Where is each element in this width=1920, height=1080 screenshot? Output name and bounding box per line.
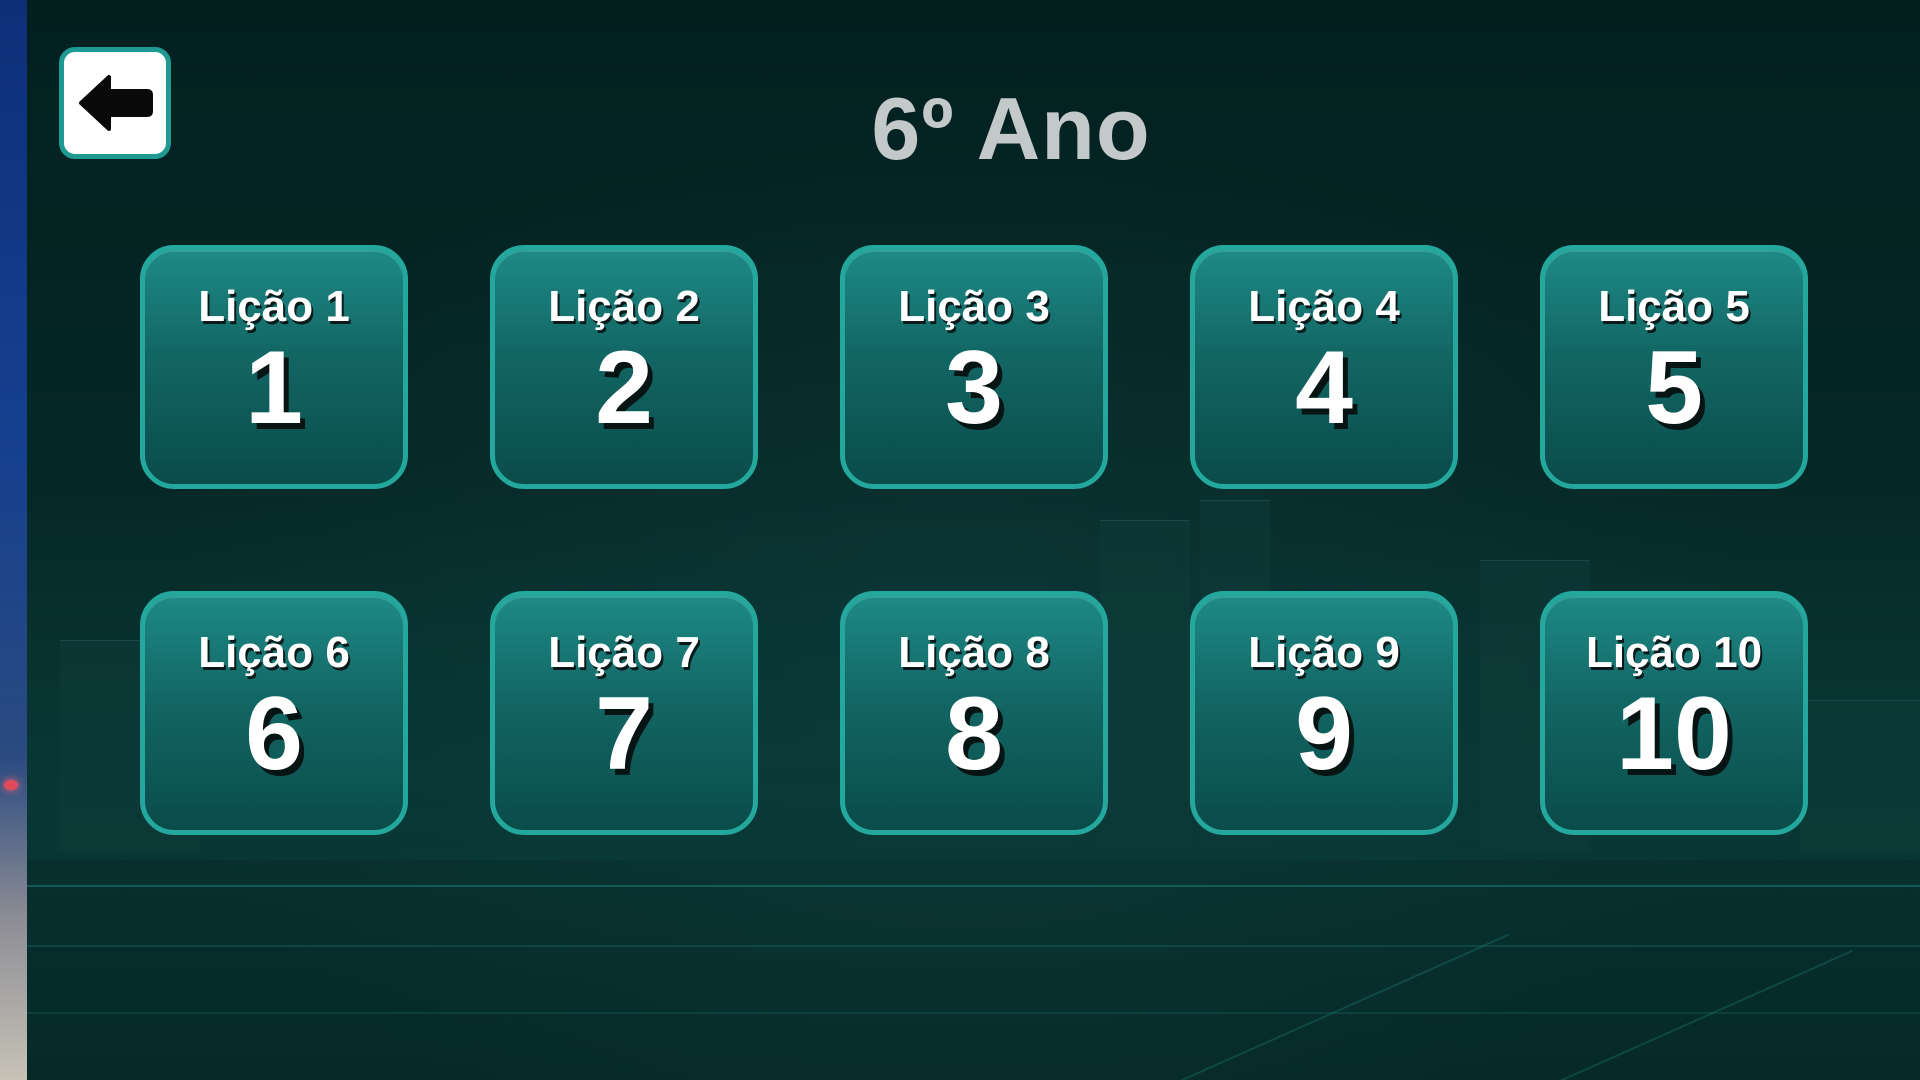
lesson-label: Lição 3 bbox=[898, 282, 1050, 331]
lesson-button-9[interactable]: Lição 9 9 bbox=[1190, 591, 1458, 835]
lesson-button-1[interactable]: Lição 1 1 bbox=[140, 245, 408, 489]
game-screen: 6º Ano Lição 1 1 Lição 2 2 Lição 3 3 Liç… bbox=[0, 0, 1920, 1080]
lesson-button-5[interactable]: Lição 5 5 bbox=[1540, 245, 1808, 489]
lesson-label: Lição 4 bbox=[1248, 282, 1400, 331]
lesson-label: Lição 8 bbox=[898, 628, 1050, 677]
runway-line bbox=[27, 945, 1920, 947]
lesson-label: Lição 1 bbox=[198, 282, 350, 331]
lesson-button-8[interactable]: Lição 8 8 bbox=[840, 591, 1108, 835]
background-building bbox=[1800, 700, 1920, 851]
runway-line bbox=[27, 885, 1920, 887]
lesson-label: Lição 9 bbox=[1248, 628, 1400, 677]
lesson-grid: Lição 1 1 Lição 2 2 Lição 3 3 Lição 4 4 … bbox=[140, 245, 1808, 835]
lesson-number: 2 bbox=[595, 330, 653, 446]
lesson-number: 7 bbox=[595, 676, 653, 792]
lesson-button-10[interactable]: Lição 10 10 bbox=[1540, 591, 1808, 835]
lesson-label: Lição 10 bbox=[1585, 628, 1763, 677]
runway-line bbox=[27, 1012, 1920, 1014]
lesson-number: 10 bbox=[1616, 676, 1732, 792]
lesson-number: 9 bbox=[1295, 676, 1353, 792]
lesson-number: 3 bbox=[945, 330, 1003, 446]
lesson-label: Lição 6 bbox=[198, 628, 350, 677]
lesson-number: 4 bbox=[1295, 330, 1353, 446]
lesson-label: Lição 5 bbox=[1598, 282, 1750, 331]
runway-light bbox=[4, 780, 18, 790]
lesson-button-6[interactable]: Lição 6 6 bbox=[140, 591, 408, 835]
page-title: 6º Ano bbox=[871, 79, 1151, 178]
lesson-number: 6 bbox=[245, 676, 303, 792]
lesson-number: 1 bbox=[245, 330, 303, 446]
lesson-label: Lição 2 bbox=[548, 282, 700, 331]
lesson-number: 5 bbox=[1645, 330, 1703, 446]
lesson-label: Lição 7 bbox=[548, 628, 700, 677]
runway-marking bbox=[1559, 949, 1853, 1080]
runway-marking bbox=[1179, 933, 1510, 1080]
lesson-number: 8 bbox=[945, 676, 1003, 792]
lesson-button-4[interactable]: Lição 4 4 bbox=[1190, 245, 1458, 489]
lesson-button-3[interactable]: Lição 3 3 bbox=[840, 245, 1108, 489]
lesson-button-7[interactable]: Lição 7 7 bbox=[490, 591, 758, 835]
lesson-button-2[interactable]: Lição 2 2 bbox=[490, 245, 758, 489]
